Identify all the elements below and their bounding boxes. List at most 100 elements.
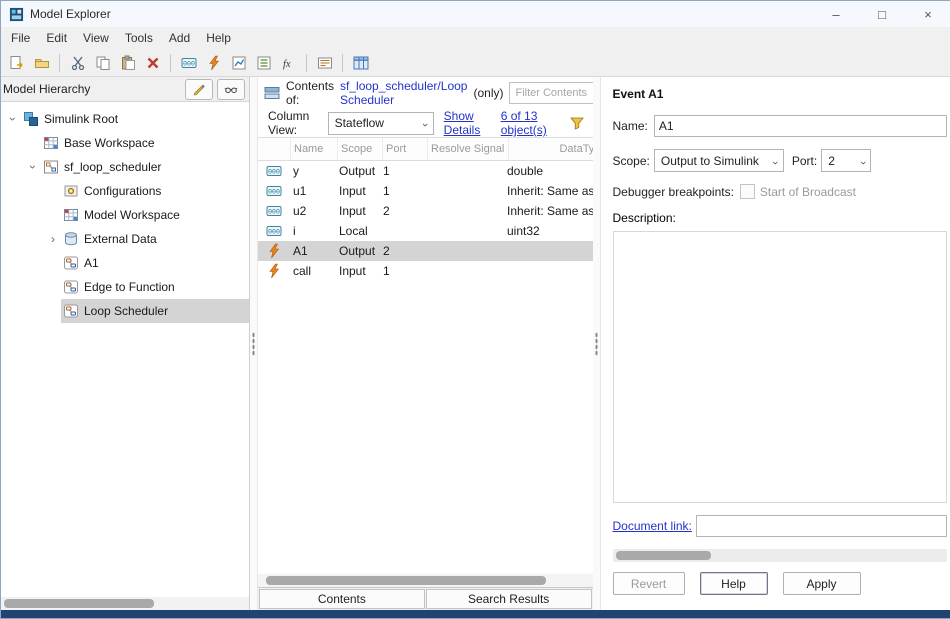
properties-title: Event A1 <box>613 87 948 101</box>
right-splitter[interactable] <box>593 77 601 610</box>
tree-item-model-workspace[interactable]: Model Workspace <box>1 203 249 227</box>
table-row-u2[interactable]: 000u2Input2Inherit: Same as Simulink-1 <box>258 201 593 221</box>
column-view-dropdown[interactable]: Stateflow › <box>328 112 434 135</box>
tree-item-label: A1 <box>84 256 99 270</box>
tree-item-label: External Data <box>84 232 157 246</box>
add-enum-icon <box>256 55 272 71</box>
column-header-port[interactable]: Port <box>383 138 428 160</box>
contents-of-label: Contents of: <box>286 79 334 107</box>
tree-item-content[interactable]: sf_loop_scheduler <box>41 155 249 179</box>
chevron-down-icon: › <box>856 157 868 165</box>
tab-search-results[interactable]: Search Results <box>426 589 592 609</box>
maximize-button[interactable]: □ <box>859 1 905 27</box>
filter-icon[interactable] <box>569 115 585 131</box>
menu-view[interactable]: View <box>75 29 117 47</box>
glasses-icon <box>224 82 238 96</box>
document-link-input[interactable] <box>696 515 947 537</box>
port-dropdown[interactable]: 2 › <box>821 149 871 172</box>
cell-port <box>380 221 424 241</box>
tree-item-a1[interactable]: A1 <box>1 251 249 275</box>
svg-text:000: 000 <box>268 189 280 196</box>
tree-item-content[interactable]: Loop Scheduler <box>61 299 249 323</box>
chevron-expanded-icon[interactable]: › <box>27 159 39 175</box>
column-view-row: Column View: Stateflow › Show Details 6 … <box>258 109 593 137</box>
tree-item-external-data[interactable]: › External Data <box>1 227 249 251</box>
tree-item-edge-to-function[interactable]: Edge to Function <box>1 275 249 299</box>
menu-help[interactable]: Help <box>198 29 239 47</box>
tree-item-label: sf_loop_scheduler <box>64 160 161 174</box>
help-button[interactable]: Help <box>700 572 768 595</box>
open-button[interactable] <box>30 51 53 74</box>
menu-add[interactable]: Add <box>161 29 198 47</box>
add-data-button[interactable]: 000 <box>177 51 200 74</box>
document-link-label[interactable]: Document link: <box>613 519 692 533</box>
copy-button[interactable] <box>91 51 114 74</box>
contents-path-link[interactable]: sf_loop_scheduler/Loop Scheduler <box>340 79 467 107</box>
add-enum-button[interactable] <box>252 51 275 74</box>
description-textarea[interactable] <box>613 231 948 503</box>
cell-icon: 000 <box>258 201 290 221</box>
start-of-broadcast-checkbox[interactable] <box>740 184 755 199</box>
table-row-y[interactable]: 000yOutput1double <box>258 161 593 181</box>
table-row-u1[interactable]: 000u1Input1Inherit: Same as Simulink-1 <box>258 181 593 201</box>
chevron-collapsed-icon[interactable]: › <box>45 233 61 245</box>
apply-button[interactable]: Apply <box>783 572 861 595</box>
tree-item-content[interactable]: Edge to Function <box>61 275 249 299</box>
tree-item-content[interactable]: External Data <box>61 227 249 251</box>
open-dialog-button[interactable] <box>313 51 336 74</box>
contents-icon[interactable] <box>264 85 280 101</box>
column-header-resolve-signal[interactable]: Resolve Signal <box>428 138 509 160</box>
menu-tools[interactable]: Tools <box>117 29 161 47</box>
scope-dropdown[interactable]: Output to Simulink › <box>654 149 784 172</box>
tree-item-sf-loop-scheduler[interactable]: › sf_loop_scheduler <box>1 155 249 179</box>
tree-item-configurations[interactable]: Configurations <box>1 179 249 203</box>
chevron-expanded-icon[interactable]: › <box>7 111 19 127</box>
close-button[interactable]: × <box>905 1 950 27</box>
add-function-button[interactable]: fx <box>277 51 300 74</box>
minimize-button[interactable]: – <box>813 1 859 27</box>
data-icon: 000 <box>266 163 282 179</box>
column-header-scope[interactable]: Scope <box>338 138 383 160</box>
tree-item-content[interactable]: Configurations <box>61 179 249 203</box>
menu-file[interactable]: File <box>3 29 38 47</box>
cut-button[interactable] <box>66 51 89 74</box>
delete-button[interactable] <box>141 51 164 74</box>
scope-label: Scope: <box>613 154 650 168</box>
search-button[interactable] <box>217 79 245 100</box>
cell-port: 2 <box>380 201 424 221</box>
new-model-button[interactable] <box>5 51 28 74</box>
add-signal-icon <box>231 55 247 71</box>
table-row-a1[interactable]: A1Output2 <box>258 241 593 261</box>
title-bar[interactable]: Model Explorer –□× <box>1 1 950 27</box>
tree-item-content[interactable]: Model Workspace <box>61 203 249 227</box>
scrollbar-thumb[interactable] <box>266 576 546 585</box>
tree-item-simulink-root[interactable]: ›Simulink Root <box>1 107 249 131</box>
scrollbar-thumb[interactable] <box>616 551 711 560</box>
workspace-icon <box>63 207 79 223</box>
edit-button[interactable] <box>185 79 213 100</box>
left-splitter[interactable] <box>250 77 258 610</box>
menu-edit[interactable]: Edit <box>38 29 75 47</box>
tab-contents[interactable]: Contents <box>259 589 425 609</box>
tree-item-base-workspace[interactable]: Base Workspace <box>1 131 249 155</box>
add-signal-button[interactable] <box>227 51 250 74</box>
table-row-call[interactable]: callInput1 <box>258 261 593 281</box>
table-row-i[interactable]: 000iLocaluint32 <box>258 221 593 241</box>
tree-item-content[interactable]: Base Workspace <box>41 131 249 155</box>
tree-item-loop-scheduler[interactable]: Loop Scheduler <box>1 299 249 323</box>
name-input[interactable] <box>654 115 947 137</box>
contents-panel: Contents of: sf_loop_scheduler/Loop Sche… <box>258 77 593 610</box>
scrollbar-thumb[interactable] <box>4 599 154 608</box>
objects-count-link[interactable]: 6 of 13 object(s) <box>501 109 559 137</box>
paste-button[interactable] <box>116 51 139 74</box>
menu-bar: FileEditViewToolsAddHelp <box>1 27 950 49</box>
cell-name: A1 <box>290 241 336 261</box>
tree-item-content[interactable]: A1 <box>61 251 249 275</box>
add-event-button[interactable] <box>202 51 225 74</box>
column-view-button[interactable] <box>349 51 372 74</box>
data-icon: 000 <box>266 183 282 199</box>
show-details-link[interactable]: Show Details <box>444 109 491 137</box>
tree-item-content[interactable]: Simulink Root <box>21 107 249 131</box>
column-header-name[interactable]: Name <box>291 138 338 160</box>
revert-button[interactable]: Revert <box>613 572 685 595</box>
